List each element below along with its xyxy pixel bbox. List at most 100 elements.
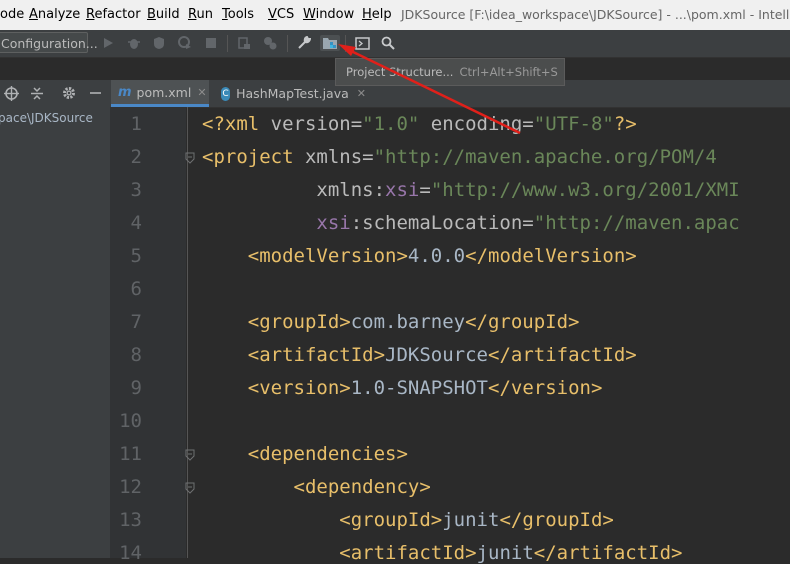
menu-vcs[interactable]: VCS (268, 7, 294, 22)
code-token: <artifactId> (339, 542, 477, 564)
menu-code[interactable]: ode (0, 7, 24, 22)
coverage-icon[interactable] (151, 35, 167, 51)
code-line[interactable]: <project xmlns="http://maven.apache.org/… (202, 146, 717, 168)
search-icon[interactable] (380, 35, 396, 51)
fold-marker-icon[interactable] (185, 152, 195, 164)
code-line[interactable]: <?xml version="1.0" encoding="UTF-8"?> (202, 113, 637, 135)
run-icon[interactable] (100, 35, 116, 51)
code-token: </modelVersion> (465, 245, 637, 267)
project-structure-icon[interactable] (320, 35, 340, 51)
code-token: "http://www.w3.org/2001/XMI (430, 179, 740, 201)
tab-pom-xml[interactable]: m pom.xml ✕ (111, 80, 209, 107)
code-line[interactable]: <version>1.0-SNAPSHOT</version> (202, 377, 603, 399)
code-token: <groupId> (247, 311, 351, 333)
line-number: 7 (130, 311, 142, 333)
code-token: = (419, 179, 431, 201)
code-token: </version> (488, 377, 603, 399)
code-line[interactable]: <groupId>com.barney</groupId> (202, 311, 580, 333)
line-number: 4 (130, 212, 142, 234)
code-line[interactable]: <artifactId>junit</artifactId> (202, 542, 682, 564)
menu-build[interactable]: Build (147, 7, 180, 22)
code-line[interactable]: <modelVersion>4.0.0</modelVersion> (202, 245, 637, 267)
code-token: version= (270, 113, 363, 135)
code-token: :schemaLocation= (350, 212, 534, 234)
menu-refactor[interactable]: Refactor (86, 7, 141, 22)
close-icon[interactable]: ✕ (197, 86, 206, 99)
code-token: <project (202, 146, 305, 168)
debug-icon[interactable] (126, 35, 142, 51)
code-token: <dependencies> (247, 443, 408, 465)
line-number: 5 (130, 245, 142, 267)
menu-analyze[interactable]: Analyze (29, 7, 80, 22)
line-number: 6 (130, 278, 142, 300)
close-icon[interactable]: ✕ (357, 87, 366, 100)
gear-icon[interactable] (62, 86, 76, 104)
tab-label: HashMapTest.java (236, 86, 349, 101)
project-structure-tooltip: Project Structure... Ctrl+Alt+Shift+S (335, 58, 565, 86)
tooltip-label: Project Structure... (346, 65, 454, 79)
fold-marker-icon[interactable] (185, 449, 195, 461)
code-line[interactable]: xmlns:xsi="http://www.w3.org/2001/XMI (202, 179, 740, 201)
line-number: 12 (119, 476, 142, 498)
collapse-all-icon[interactable] (30, 86, 44, 105)
code-line[interactable]: <groupId>junit</groupId> (202, 509, 614, 531)
terminal-icon[interactable] (354, 35, 370, 51)
minimize-icon[interactable] (89, 86, 102, 104)
code-line[interactable]: <dependencies> (202, 443, 408, 465)
run-configuration-dropdown[interactable]: Configuration... (0, 32, 98, 53)
code-token: <groupId> (339, 509, 443, 531)
code-token: </artifactId> (533, 542, 683, 564)
project-tree-root[interactable]: pace\JDKSource (0, 111, 93, 125)
line-number: 1 (130, 113, 142, 135)
profile-icon[interactable] (177, 35, 193, 51)
code-token: </artifactId> (488, 344, 637, 366)
code-line[interactable]: <dependency> (202, 476, 431, 498)
code-line[interactable]: xsi:schemaLocation="http://maven.apac (202, 212, 740, 234)
menu-tools[interactable]: Tools (222, 7, 254, 22)
menu-help[interactable]: Help (362, 7, 392, 22)
menu-run[interactable]: Run (188, 7, 213, 22)
fold-marker-icon[interactable] (185, 482, 195, 494)
line-number: 2 (130, 146, 142, 168)
main-toolbar: Configuration... (0, 30, 790, 58)
line-number: 9 (130, 377, 142, 399)
code-token: <dependency> (293, 476, 431, 498)
code-token: <?xml (202, 113, 271, 135)
code-token: "http://maven.apac (533, 212, 740, 234)
code-token: junit (476, 542, 534, 564)
project-tool-window (0, 80, 111, 558)
code-line[interactable]: <artifactId>JDKSource</artifactId> (202, 344, 637, 366)
toolbar-separator (287, 35, 288, 52)
code-token: 1.0-SNAPSHOT (350, 377, 488, 399)
toolbar-separator (345, 35, 346, 52)
code-token: <version> (247, 377, 351, 399)
code-token: junit (442, 509, 500, 531)
window-title: JDKSource [F:\idea_workspace\JDKSource] … (401, 7, 790, 22)
locate-icon[interactable] (4, 86, 19, 105)
remote-run-icon[interactable] (262, 35, 278, 51)
code-token: JDKSource (385, 344, 488, 366)
line-number: 14 (119, 542, 142, 564)
code-token: xmlns: (316, 179, 386, 201)
wrench-icon[interactable] (296, 35, 312, 51)
code-token: </groupId> (465, 311, 580, 333)
code-token: "UTF-8" (533, 113, 614, 135)
line-number: 10 (119, 410, 142, 432)
stop-icon[interactable] (203, 35, 219, 51)
code-token: <artifactId> (247, 344, 386, 366)
menu-bar: ode Analyze Refactor Build Run Tools VCS… (0, 0, 790, 31)
code-token: "http://maven.apache.org/POM/4 (373, 146, 717, 168)
code-token: <modelVersion> (247, 245, 408, 267)
menu-window[interactable]: Window (303, 7, 354, 22)
attach-debugger-icon[interactable] (236, 35, 252, 51)
line-number: 13 (119, 509, 142, 531)
code-token: xmlns= (304, 146, 374, 168)
